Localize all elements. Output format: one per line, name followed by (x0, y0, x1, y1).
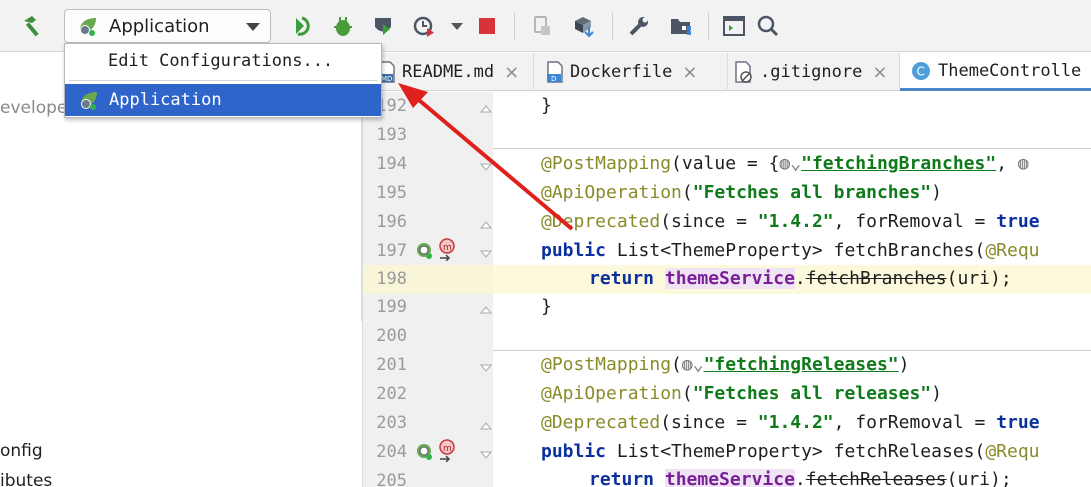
svg-text:m: m (443, 444, 452, 454)
settings-icon[interactable] (624, 10, 654, 42)
svg-text:D: D (551, 75, 556, 83)
chevron-down-icon (246, 23, 260, 31)
rerun-icon[interactable] (287, 10, 317, 42)
project-structure-icon[interactable] (666, 10, 696, 42)
code-line: @PostMapping(value = {◍⌄"fetchingBranche… (541, 153, 1029, 174)
fold-start-icon[interactable] (479, 158, 493, 171)
project-tree-item[interactable]: ibutes (0, 471, 52, 487)
method-separator (493, 350, 1091, 351)
fold-start-icon[interactable] (479, 359, 493, 372)
editor-tab-bar: MD README.md × D Dockerfile × .gitignore… (362, 53, 1091, 91)
close-icon[interactable]: × (682, 62, 697, 83)
globe-icon[interactable]: ◍⌄ (779, 153, 801, 174)
code-line: public List<ThemeProperty> fetchBranches… (541, 240, 1040, 261)
spring-boot-icon (78, 88, 102, 112)
code-line: } (541, 296, 552, 317)
edit-configurations-label: Edit Configurations... (108, 51, 334, 71)
code-line: @Deprecated(since = "1.4.2", forRemoval … (541, 211, 1040, 232)
tab-label: README.md (402, 62, 495, 82)
line-number: 203 (376, 413, 407, 433)
menu-separator (69, 80, 377, 81)
code-line: public List<ThemeProperty> fetchReleases… (541, 441, 1040, 462)
run-configuration-selector[interactable]: Application (64, 9, 271, 43)
project-tree-item[interactable]: onfig (0, 441, 43, 461)
project-panel: evelope onfig ibutes (0, 53, 362, 487)
tab-readme[interactable]: MD README.md × (362, 53, 534, 91)
line-number: 200 (376, 326, 407, 346)
tab-label: .gitignore (760, 62, 863, 82)
line-number: 193 (376, 125, 407, 145)
application-config-item[interactable]: Application (65, 84, 381, 116)
line-number: 204 (376, 442, 407, 462)
fold-start-icon[interactable] (479, 245, 493, 258)
spring-boot-icon (77, 14, 101, 38)
line-number: 195 (376, 183, 407, 203)
tab-gitignore[interactable]: .gitignore × (728, 53, 900, 91)
code-line: @ApiOperation("Fetches all releases") (541, 383, 942, 404)
run-config-dropdown: Edit Configurations... Application (64, 43, 382, 118)
line-number: 196 (376, 212, 407, 232)
line-number: 201 (376, 355, 407, 375)
fold-end-icon[interactable] (479, 301, 493, 314)
svg-text:C: C (917, 64, 925, 78)
code-line: @PostMapping(◍⌄"fetchingReleases") (541, 354, 910, 375)
toolbar-divider (514, 12, 515, 40)
line-number: 197 (376, 241, 407, 261)
project-tree-item[interactable]: evelope (0, 98, 67, 118)
hammer-icon[interactable] (18, 10, 48, 42)
stop-icon[interactable] (472, 10, 502, 42)
code-editor[interactable]: } @PostMapping(value = {◍⌄"fetchingBranc… (493, 92, 1091, 487)
application-config-label: Application (109, 90, 222, 110)
toolbar-divider (708, 12, 709, 40)
fold-end-icon[interactable] (479, 417, 493, 430)
build-icon[interactable] (569, 10, 599, 42)
debug-icon[interactable] (328, 10, 358, 42)
spring-web-endpoint-icon[interactable] (415, 442, 435, 462)
code-line: return themeService.fetchBranches(uri); (589, 268, 1012, 289)
fold-start-icon[interactable] (479, 446, 493, 459)
close-icon[interactable]: × (504, 62, 519, 83)
tab-label: Dockerfile (570, 62, 673, 82)
close-icon[interactable]: × (872, 62, 887, 83)
terminal-icon[interactable] (719, 10, 749, 42)
editor-gutter: 192 193 194 195 196 197 198 199 200 201 … (362, 92, 494, 487)
code-line: @Deprecated(since = "1.4.2", forRemoval … (541, 412, 1040, 433)
coverage-icon[interactable] (368, 10, 398, 42)
toolbar-divider (612, 12, 613, 40)
fold-end-icon[interactable] (479, 216, 493, 229)
method-separator (493, 148, 1091, 149)
gitignore-icon (734, 61, 754, 83)
profile-icon[interactable] (410, 10, 440, 42)
code-line: } (541, 95, 552, 116)
tab-label: ThemeControlle (938, 60, 1082, 81)
tab-themecontroller[interactable]: C ThemeControlle (900, 53, 1091, 91)
globe-icon[interactable]: ◍⌄ (682, 354, 704, 375)
class-icon: C (910, 60, 932, 82)
run-config-label: Application (109, 15, 210, 37)
line-number: 199 (376, 297, 407, 317)
line-number: 198 (376, 269, 407, 289)
method-override-icon[interactable]: m (437, 237, 457, 261)
fold-end-icon[interactable] (479, 100, 493, 113)
method-override-icon[interactable]: m (437, 438, 457, 462)
svg-text:MD: MD (381, 75, 392, 83)
line-number: 205 (376, 471, 407, 487)
chevron-down-icon[interactable] (442, 10, 472, 42)
code-line: return themeService.fetchReleases(uri); (589, 469, 1012, 487)
tab-dockerfile[interactable]: D Dockerfile × (534, 53, 728, 91)
svg-text:m: m (443, 243, 452, 253)
line-number: 194 (376, 154, 407, 174)
globe-icon[interactable]: ◍ (1018, 153, 1029, 174)
spring-web-endpoint-icon[interactable] (415, 241, 435, 261)
docker-icon: D (546, 61, 564, 83)
line-number: 202 (376, 384, 407, 404)
edit-configurations-item[interactable]: Edit Configurations... (65, 44, 381, 78)
attach-icon[interactable] (527, 10, 557, 42)
code-line: @ApiOperation("Fetches all branches") (541, 182, 942, 203)
search-icon[interactable] (753, 10, 783, 42)
